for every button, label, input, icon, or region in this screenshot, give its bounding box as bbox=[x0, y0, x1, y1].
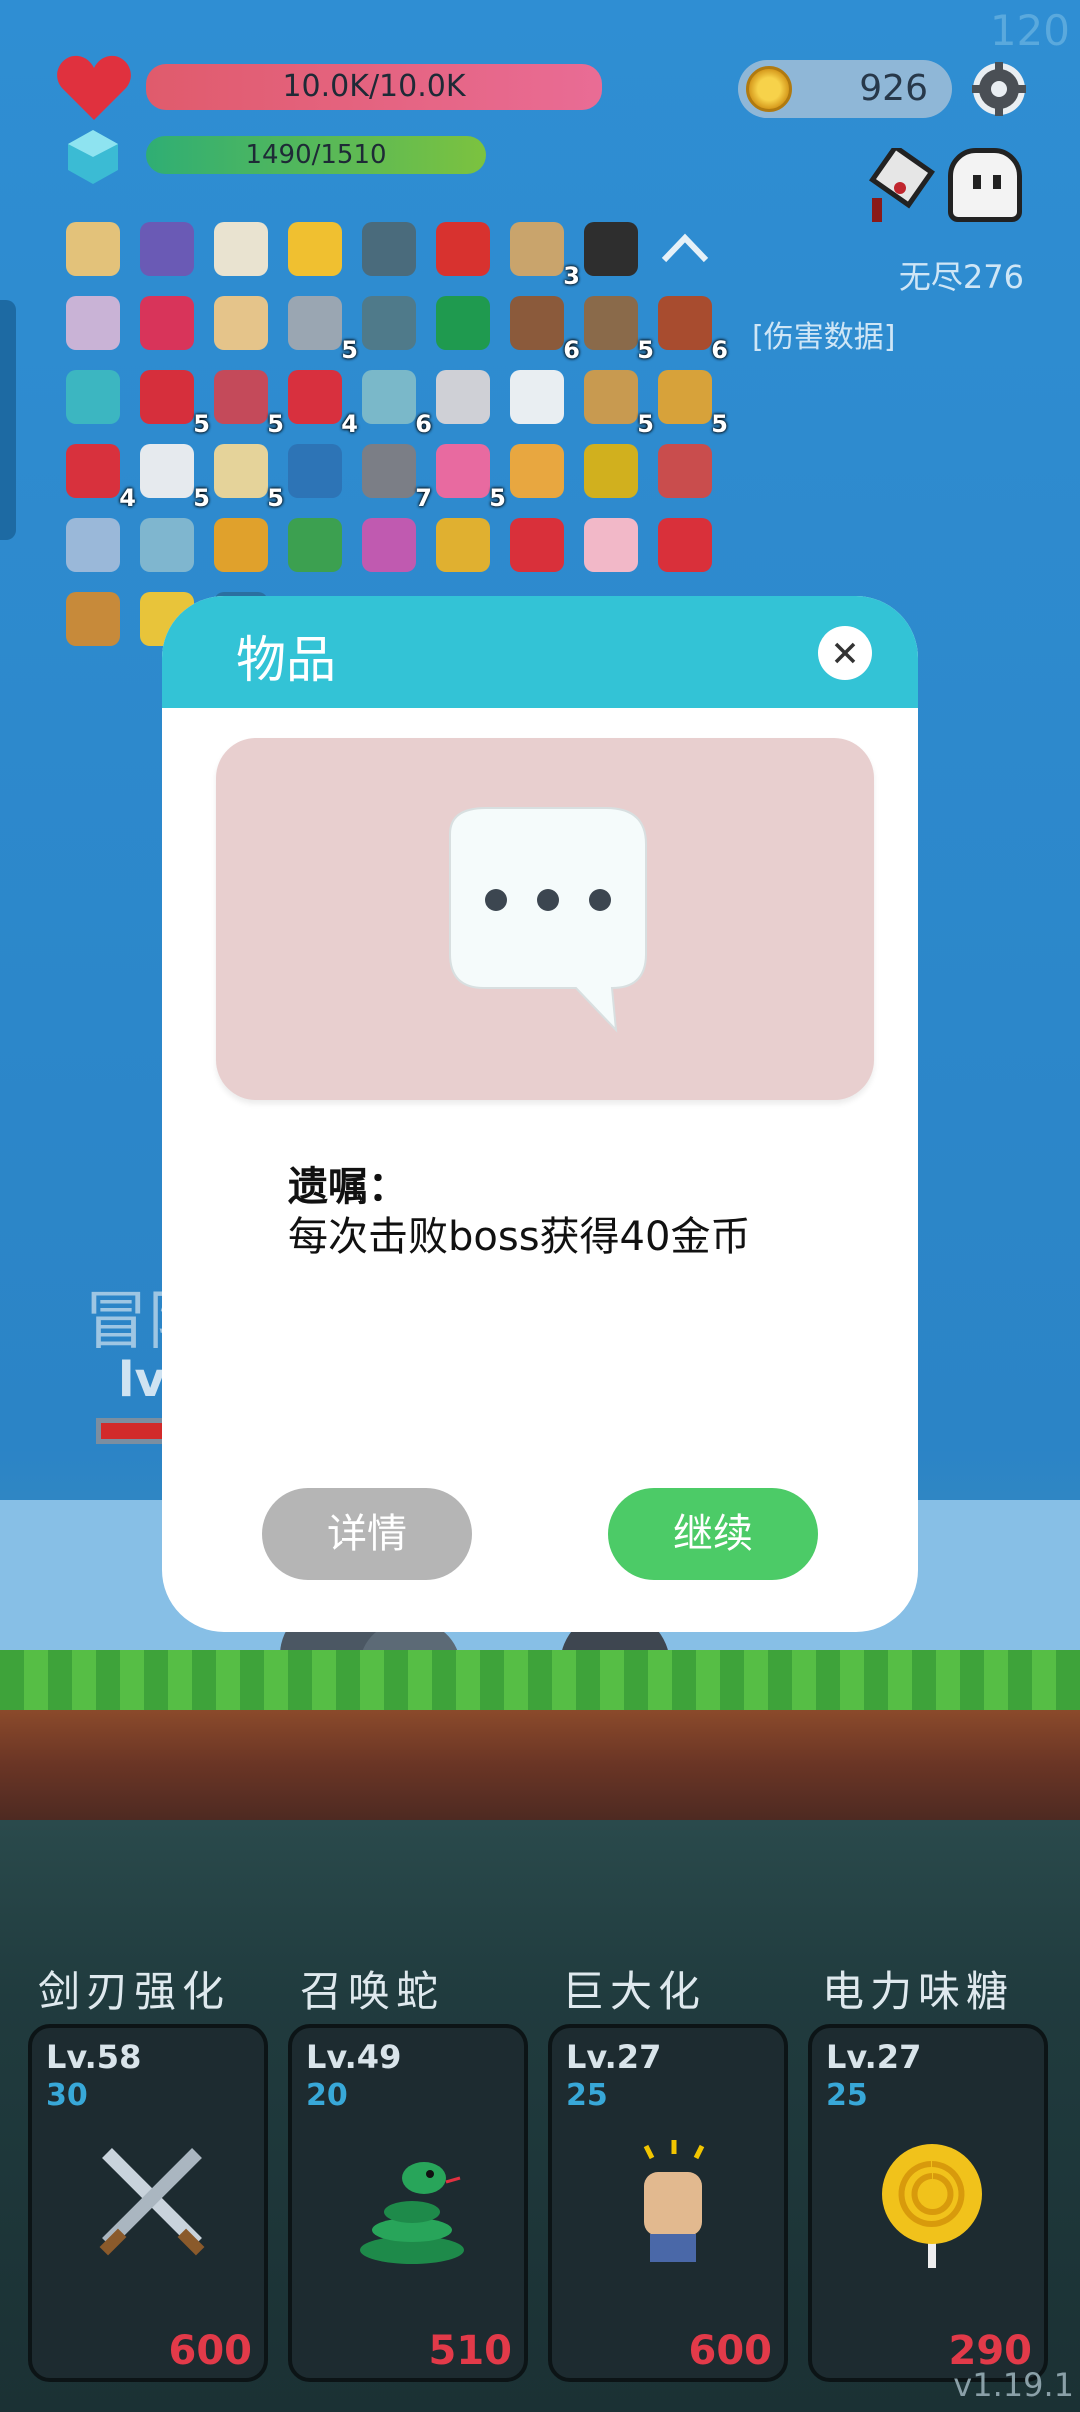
item-preview bbox=[216, 738, 874, 1100]
item-dialog: 物品 遗嘱： 每次击败boss获得40金币 详情 继续 bbox=[162, 596, 918, 1632]
close-button[interactable] bbox=[818, 626, 872, 680]
details-button[interactable]: 详情 bbox=[262, 1488, 472, 1580]
dialog-header: 物品 bbox=[162, 596, 918, 708]
item-description: 每次击败boss获得40金币 bbox=[288, 1214, 751, 1260]
speech-bubble-icon bbox=[449, 807, 647, 1033]
dialog-title: 物品 bbox=[236, 631, 336, 689]
continue-button[interactable]: 继续 bbox=[608, 1488, 818, 1580]
close-icon bbox=[834, 642, 856, 664]
